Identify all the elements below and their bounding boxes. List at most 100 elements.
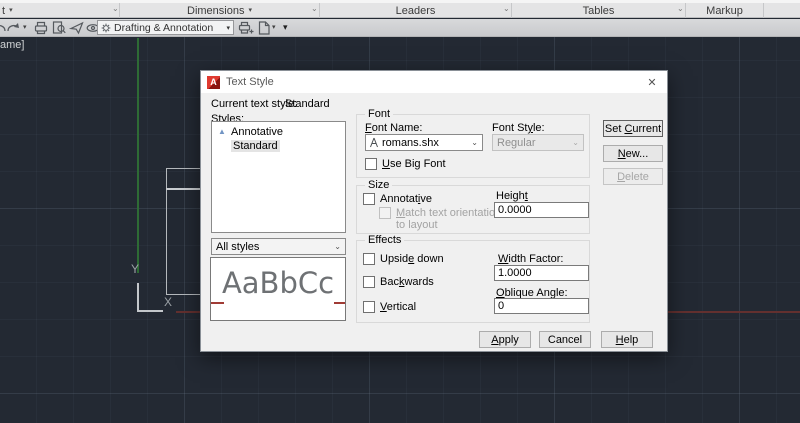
match-orientation-label-line2: to layout (396, 219, 438, 231)
workspace-name: Drafting & Annotation (114, 21, 214, 34)
ribbon-panel-markup[interactable]: Markup (686, 3, 764, 18)
y-axis-line (137, 38, 139, 273)
chevron-down-icon: ▾ (248, 7, 252, 14)
chevron-down-icon: ▾ (226, 24, 230, 32)
use-big-font-label: Use Big Font (382, 158, 446, 170)
help-button[interactable]: Help (601, 331, 653, 348)
ribbon-panel-label: Leaders (395, 4, 436, 17)
autocad-window: t ▾ ⌄ Dimensions ▾ ⌄ Leaders ⌄ Tables ⌄ … (0, 0, 800, 423)
dialog-titlebar[interactable]: A Text Style ✕ (201, 71, 667, 93)
backwards-checkbox[interactable]: Backwards (363, 276, 434, 288)
effects-group: Effects Upside down Backwards Vertical W… (356, 234, 590, 323)
gear-icon (100, 22, 112, 34)
viewport-label-partial: ame] (0, 39, 25, 51)
checkbox-box (379, 207, 391, 219)
style-name: Annotative (231, 126, 283, 138)
style-preview-box: AaBbCc (210, 257, 346, 321)
delete-button: Delete (603, 168, 663, 185)
checkbox-box (363, 193, 375, 205)
font-style-label: Font Style: (492, 122, 545, 134)
style-name: Standard (231, 140, 280, 152)
font-group: Font Font Name: romans.shx ⌄ Font Style:… (356, 108, 590, 178)
width-factor-field[interactable] (494, 265, 589, 281)
ribbon-panel-label: Markup (706, 4, 743, 17)
ribbon-panel-dimensions[interactable]: Dimensions ▾ (120, 3, 320, 18)
panel-launcher-icon[interactable]: ⌄ (311, 5, 318, 13)
text-style-dialog: A Text Style ✕ Current text style: Stand… (200, 70, 668, 352)
panel-launcher-icon[interactable]: ⌄ (112, 5, 119, 13)
ribbon-panel-strip: t ▾ ⌄ Dimensions ▾ ⌄ Leaders ⌄ Tables ⌄ … (0, 0, 800, 18)
size-group: Size Annotative Match text orientation t… (356, 179, 590, 234)
redo-dropdown-icon[interactable]: ▾ (23, 24, 27, 31)
chevron-down-icon: ⌄ (334, 242, 341, 251)
height-field[interactable] (494, 202, 589, 218)
ribbon-panel-tables[interactable]: Tables (512, 3, 686, 18)
ucs-x-label: X (164, 295, 173, 309)
cancel-label: Cancel (547, 333, 583, 346)
width-factor-label: Width Factor: (498, 253, 564, 265)
use-big-font-checkbox[interactable]: Use Big Font (365, 158, 446, 170)
dialog-title: Text Style (226, 76, 274, 88)
export-icon[interactable] (256, 20, 272, 36)
apply-button[interactable]: Apply (479, 331, 531, 348)
workspace-switcher[interactable]: Drafting & Annotation ▾ (97, 20, 234, 35)
set-current-button[interactable]: Set Current (603, 120, 663, 137)
apply-label: Apply (491, 333, 519, 346)
redo-icon[interactable] (6, 20, 22, 36)
annotative-icon: ▲ (218, 127, 226, 136)
font-name-dropdown[interactable]: romans.shx ⌄ (365, 134, 483, 151)
match-orientation-checkbox: Match text orientation to layout (379, 207, 501, 231)
close-icon[interactable]: ✕ (637, 71, 667, 93)
effects-group-title: Effects (365, 234, 405, 246)
ribbon-panel-label: Dimensions (187, 4, 245, 17)
qat-customize-icon[interactable]: ▾ (283, 23, 288, 32)
backwards-label: Backwards (380, 276, 434, 288)
chevron-down-icon: ⌄ (572, 138, 579, 147)
new-label: New... (617, 147, 649, 160)
font-group-title: Font (365, 108, 394, 120)
delete-label: Delete (617, 170, 649, 183)
match-orientation-label-line1: Match text orientation (396, 207, 502, 219)
vertical-checkbox[interactable]: Vertical (363, 301, 416, 313)
height-label: Height (496, 190, 528, 202)
annotative-label: Annotative (380, 193, 432, 205)
ribbon-panel-label: t (2, 4, 6, 17)
plot-add-icon[interactable] (238, 20, 254, 36)
list-item-annotative[interactable]: ▲ Annotative (212, 125, 345, 139)
oblique-angle-field[interactable] (494, 298, 589, 314)
shx-font-icon (369, 137, 379, 148)
size-group-title: Size (365, 179, 393, 191)
ribbon-panel-leaders[interactable]: Leaders (320, 3, 512, 18)
annotative-checkbox[interactable]: Annotative (363, 193, 432, 205)
ribbon-panel-label: Tables (582, 4, 615, 17)
chevron-down-icon: ⌄ (471, 138, 478, 147)
checkbox-box (365, 158, 377, 170)
plot-preview-icon[interactable] (51, 20, 67, 36)
font-style-dropdown: Regular ⌄ (492, 134, 584, 151)
font-name-value: romans.shx (382, 136, 439, 149)
export-dropdown-icon[interactable]: ▾ (272, 24, 276, 31)
ribbon-panel-text[interactable]: t ▾ (0, 3, 120, 18)
styles-list[interactable]: ▲ Annotative Standard (211, 121, 346, 233)
publish-icon[interactable] (68, 20, 85, 36)
font-style-value: Regular (497, 136, 536, 149)
autocad-icon: A (207, 75, 220, 89)
batch-plot-icon[interactable] (33, 20, 49, 36)
cancel-button[interactable]: Cancel (539, 331, 591, 348)
panel-launcher-icon[interactable]: ⌄ (503, 5, 510, 13)
preview-baseline-tick-right (334, 302, 345, 304)
new-button[interactable]: New... (603, 145, 663, 162)
font-name-label: Font Name: (365, 122, 423, 134)
checkbox-box (363, 301, 375, 313)
vertical-label: Vertical (380, 301, 417, 313)
panel-launcher-icon[interactable]: ⌄ (677, 5, 684, 13)
style-filter-dropdown[interactable]: All styles ⌄ (211, 238, 346, 255)
filter-value: All styles (216, 240, 260, 253)
upside-down-checkbox[interactable]: Upside down (363, 253, 444, 265)
checkbox-box (363, 253, 375, 265)
list-item-standard[interactable]: Standard (212, 139, 345, 153)
ucs-icon-vertical (137, 283, 139, 312)
checkbox-box (363, 276, 375, 288)
upside-down-label: Upside down (380, 253, 444, 265)
preview-sample-text: AaBbCc (221, 266, 335, 300)
